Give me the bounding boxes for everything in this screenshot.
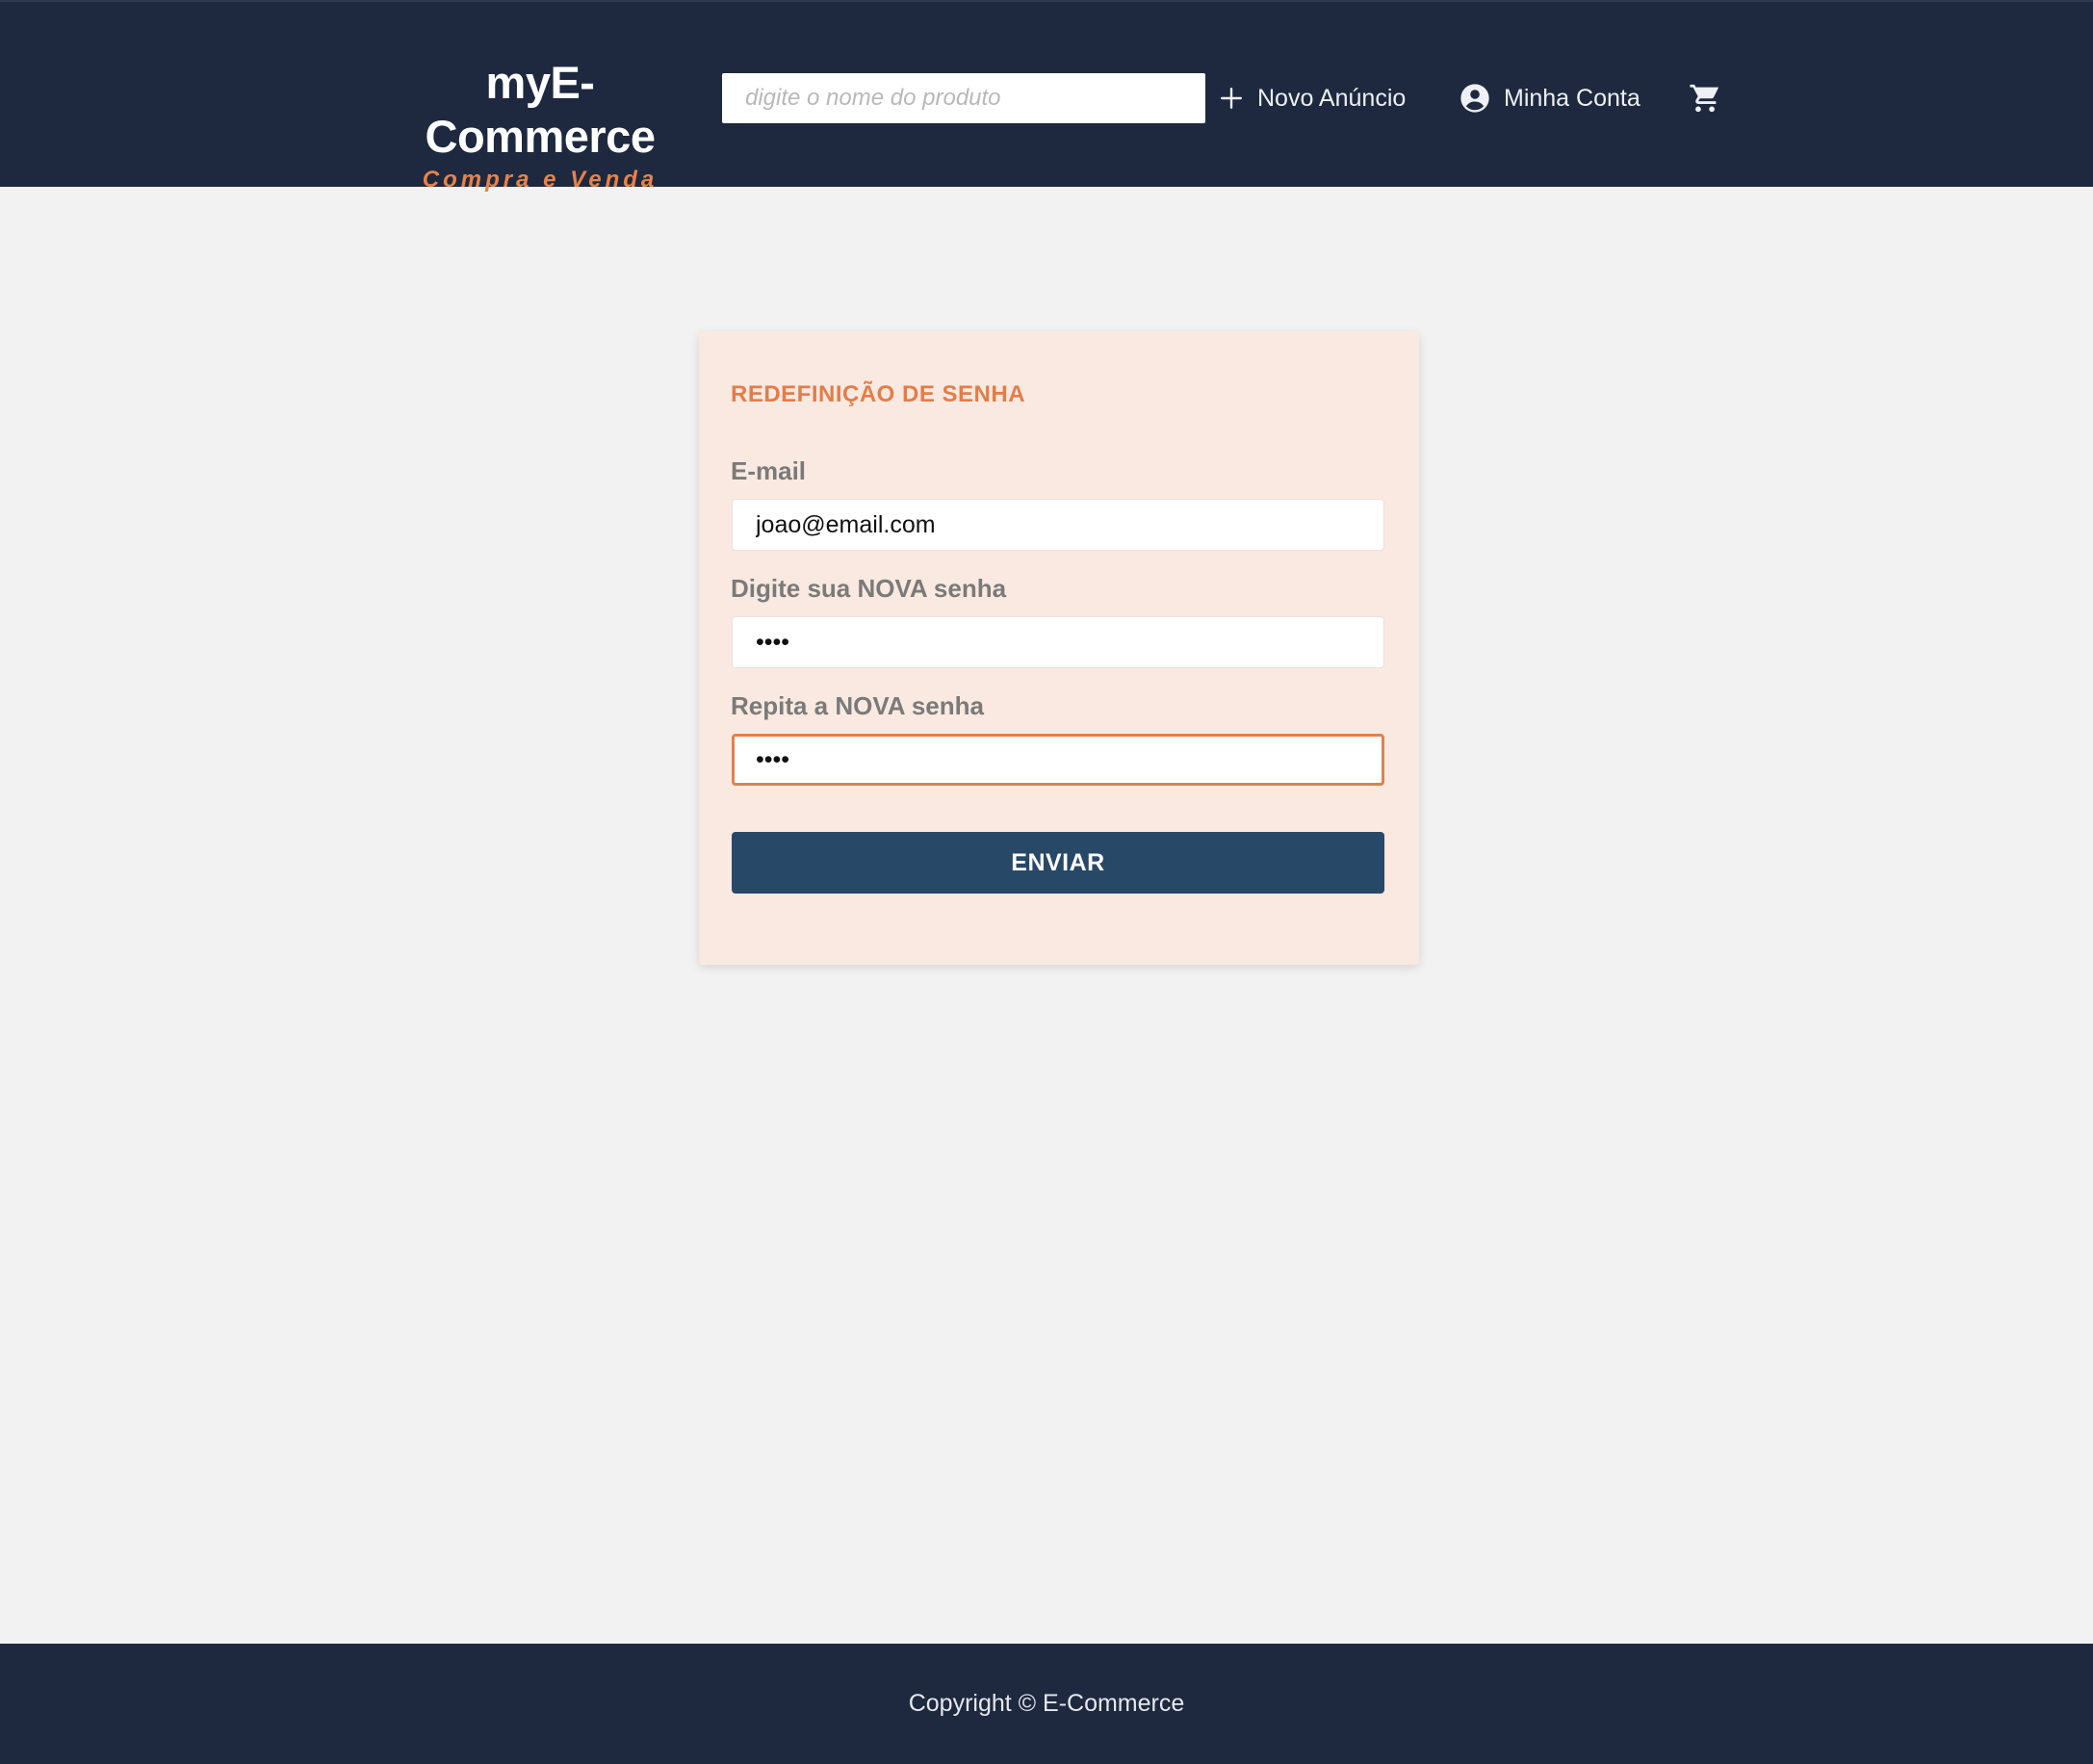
- password-reset-card: REDEFINIÇÃO DE SENHA E-mail Digite sua N…: [699, 331, 1419, 965]
- brand-subtitle: Compra e Venda: [422, 167, 659, 193]
- new-listing-link[interactable]: Novo Anúncio: [1219, 75, 1406, 121]
- form-title: REDEFINIÇÃO DE SENHA: [731, 381, 1026, 407]
- shopping-cart-icon: [1689, 82, 1721, 115]
- brand-logo[interactable]: myE-Commerce Compra e Venda: [374, 56, 707, 195]
- brand-title: myE-Commerce: [425, 57, 656, 162]
- search-input[interactable]: [722, 73, 1205, 123]
- email-label: E-mail: [731, 456, 807, 485]
- footer: Copyright © E-Commerce: [0, 1644, 2093, 1764]
- my-account-label: Minha Conta: [1504, 84, 1641, 112]
- email-field[interactable]: [732, 499, 1384, 551]
- repeat-password-field[interactable]: [732, 734, 1384, 786]
- submit-button[interactable]: ENVIAR: [732, 832, 1384, 894]
- account-circle-icon: [1460, 83, 1490, 114]
- repeat-password-label: Repita a NOVA senha: [731, 691, 984, 720]
- plus-icon: [1219, 86, 1244, 111]
- cart-button[interactable]: [1689, 75, 1721, 121]
- top-navbar: myE-Commerce Compra e Venda Novo Anúncio…: [0, 0, 2093, 193]
- my-account-link[interactable]: Minha Conta: [1460, 75, 1641, 121]
- copyright-text: Copyright © E-Commerce: [908, 1690, 1185, 1717]
- new-password-label: Digite sua NOVA senha: [731, 574, 1007, 603]
- new-password-field[interactable]: [732, 616, 1384, 668]
- new-listing-label: Novo Anúncio: [1257, 84, 1407, 112]
